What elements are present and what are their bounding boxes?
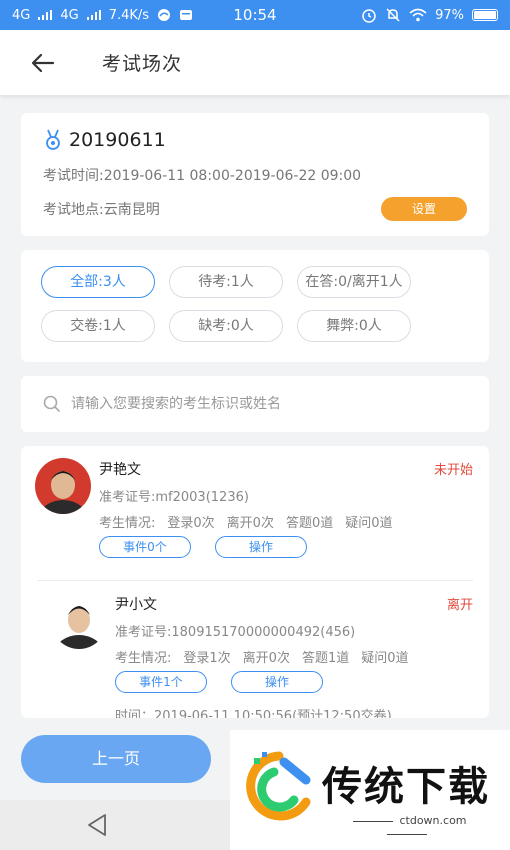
filter-chip-all[interactable]: 全部:3人 bbox=[41, 266, 155, 298]
avatar bbox=[51, 593, 107, 649]
network-speed: 7.4K/s bbox=[108, 7, 150, 23]
answered-count: 答题1道 bbox=[301, 651, 350, 666]
watermark: 传统下载 ctdown.com bbox=[230, 730, 510, 850]
leave-count: 离开0次 bbox=[242, 651, 290, 666]
triangle-back-icon[interactable] bbox=[86, 813, 108, 837]
question-count: 疑问0道 bbox=[361, 651, 409, 666]
stats-label: 考生情况: bbox=[115, 651, 172, 666]
prev-page-button[interactable]: 上一页 bbox=[21, 735, 211, 783]
status-badge: 未开始 bbox=[433, 463, 473, 478]
candidate-time: 时间：2019-06-11 10:50:56(预计12:50交卷) bbox=[115, 709, 392, 718]
login-count: 登录1次 bbox=[183, 651, 231, 666]
candidate-stats: 考生情况: 登录1次 离开0次 答题1道 疑问0道 bbox=[115, 647, 409, 666]
search-bar bbox=[21, 376, 489, 432]
answered-count: 答题0道 bbox=[285, 516, 334, 531]
filter-chip-submitted[interactable]: 交卷:1人 bbox=[41, 310, 155, 342]
filter-chip-answering[interactable]: 在答:0/离开1人 bbox=[297, 266, 411, 298]
page-title: 考试场次 bbox=[102, 53, 183, 75]
exam-ticket-number: 准考证号:180915170000000492(456) bbox=[115, 625, 356, 640]
status-badge: 离开 bbox=[446, 598, 473, 613]
filter-card: 全部:3人 待考:1人 在答:0/离开1人 交卷:1人 缺考:0人 舞弊:0人 bbox=[21, 250, 489, 362]
network-type-2: 4G bbox=[60, 7, 79, 23]
message-notification-icon bbox=[180, 10, 193, 20]
watermark-url: ctdown.com bbox=[322, 814, 492, 840]
settings-button[interactable]: 设置 bbox=[381, 197, 467, 221]
nav-bar: 考试场次 bbox=[0, 30, 510, 96]
watermark-text: 传统下载 bbox=[322, 764, 490, 810]
exam-ticket-number: 准考证号:mf2003(1236) bbox=[99, 490, 249, 505]
search-input[interactable] bbox=[71, 396, 471, 412]
candidate-list: 尹艳文 未开始 准考证号:mf2003(1236) 考生情况: 登录0次 离开0… bbox=[21, 446, 489, 718]
wifi-icon bbox=[409, 8, 427, 22]
mute-icon bbox=[386, 8, 400, 22]
login-count: 登录0次 bbox=[167, 516, 215, 531]
avatar bbox=[35, 458, 91, 514]
battery-percent: 97% bbox=[435, 7, 464, 23]
stats-label: 考生情况: bbox=[99, 516, 156, 531]
search-icon bbox=[43, 395, 61, 413]
network-type-1: 4G bbox=[12, 7, 31, 23]
action-button[interactable]: 操作 bbox=[215, 536, 307, 558]
events-button[interactable]: 事件1个 bbox=[115, 671, 207, 693]
question-count: 疑问0道 bbox=[345, 516, 393, 531]
signal-icon bbox=[38, 10, 53, 20]
exam-time: 考试时间:2019-06-11 08:00-2019-06-22 09:00 bbox=[43, 168, 362, 184]
candidate-name: 尹小文 bbox=[115, 597, 157, 613]
status-bar: 4G 4G 7.4K/s 10:54 97% bbox=[0, 0, 510, 30]
list-item[interactable]: 尹小文 离开 准考证号:180915170000000492(456) 考生情况… bbox=[37, 580, 473, 718]
filter-chip-cheating[interactable]: 舞弊:0人 bbox=[297, 310, 411, 342]
list-item[interactable]: 尹艳文 未开始 准考证号:mf2003(1236) 考生情况: 登录0次 离开0… bbox=[21, 446, 489, 580]
filter-chip-absent[interactable]: 缺考:0人 bbox=[169, 310, 283, 342]
exam-info-card: 20190611 考试时间:2019-06-11 08:00-2019-06-2… bbox=[21, 113, 489, 236]
leave-count: 离开0次 bbox=[226, 516, 274, 531]
medal-icon bbox=[46, 129, 60, 150]
app-notification-icon bbox=[158, 9, 171, 21]
candidate-name: 尹艳文 bbox=[99, 462, 141, 478]
alarm-icon bbox=[362, 9, 376, 23]
back-button[interactable] bbox=[18, 38, 68, 88]
exam-name: 20190611 bbox=[69, 129, 166, 151]
action-button[interactable]: 操作 bbox=[231, 671, 323, 693]
watermark-logo bbox=[246, 751, 311, 821]
battery-icon bbox=[472, 9, 498, 21]
filter-chip-pending[interactable]: 待考:1人 bbox=[169, 266, 283, 298]
candidate-stats: 考生情况: 登录0次 离开0次 答题0道 疑问0道 bbox=[99, 512, 393, 531]
events-button[interactable]: 事件0个 bbox=[99, 536, 191, 558]
signal-icon bbox=[86, 10, 101, 20]
arrow-left-icon bbox=[31, 53, 55, 72]
